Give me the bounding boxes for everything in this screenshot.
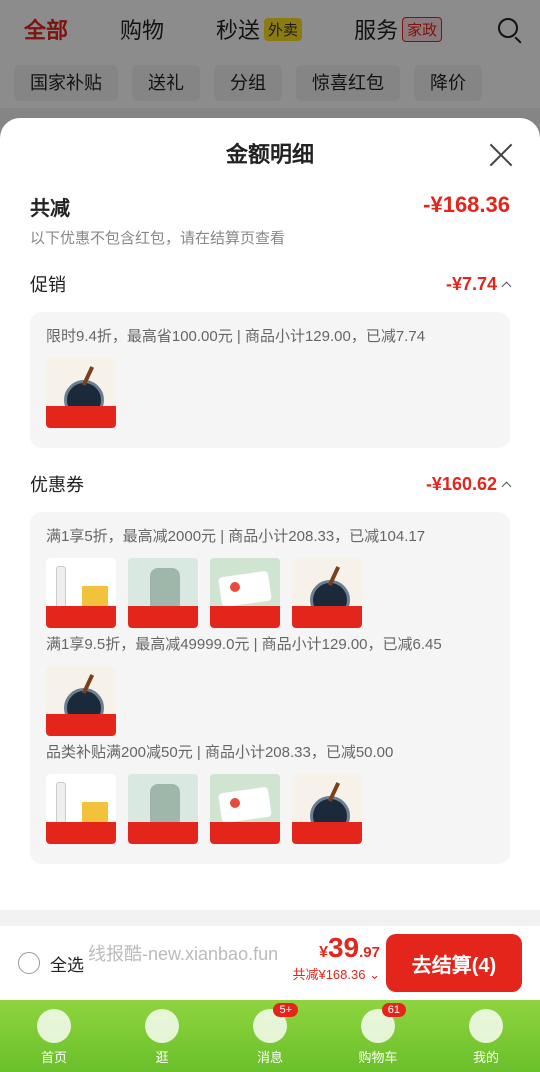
promo-rule: 限时9.4折，最高省100.00元 | 商品小计129.00，已减7.74 bbox=[46, 328, 426, 345]
nav-label: 我的 bbox=[472, 1050, 499, 1065]
thumb-row bbox=[46, 666, 494, 736]
close-icon[interactable] bbox=[488, 142, 514, 168]
total-price: ¥39.97 bbox=[292, 932, 380, 964]
nav-label: 消息 bbox=[256, 1050, 283, 1065]
product-thumb[interactable] bbox=[292, 558, 362, 628]
chevron-up-icon bbox=[501, 481, 512, 491]
price-block: ¥39.97 共减¥168.36 ⌄ bbox=[292, 932, 380, 983]
product-thumb[interactable] bbox=[46, 558, 116, 628]
watermark: 线报酷-new.xianbao.fun bbox=[88, 944, 279, 964]
chevron-down-icon: ⌄ bbox=[369, 967, 380, 982]
select-all-radio[interactable] bbox=[18, 952, 40, 974]
checkout-bar: 全选 线报酷-new.xianbao.fun ¥39.97 共减¥168.36 … bbox=[0, 926, 540, 1000]
reduce-text: 共减¥168.36 bbox=[292, 967, 366, 982]
price-integer: 39 bbox=[327, 932, 360, 963]
checkout-button[interactable]: 去结算(4) bbox=[386, 934, 522, 992]
badge-count: 61 bbox=[381, 1003, 406, 1017]
coupon-amount-value: -¥160.62 bbox=[425, 473, 497, 494]
sheet-header: 金额明细 bbox=[0, 118, 540, 188]
chevron-up-icon bbox=[501, 281, 512, 291]
thumb-row bbox=[46, 358, 494, 428]
currency-symbol: ¥ bbox=[319, 944, 328, 961]
profile-icon bbox=[469, 1009, 503, 1043]
badge-count: 5+ bbox=[273, 1003, 298, 1017]
nav-cart[interactable]: 61 购物车 bbox=[338, 1003, 418, 1066]
promo-amount: -¥7.74 bbox=[445, 273, 512, 295]
nav-messages[interactable]: 5+ 消息 bbox=[230, 1003, 310, 1066]
thumb-row bbox=[46, 774, 494, 844]
select-all-label[interactable]: 全选 bbox=[50, 951, 84, 976]
product-thumb[interactable] bbox=[128, 774, 198, 844]
coupon-amount: -¥160.62 bbox=[425, 473, 512, 495]
product-thumb[interactable] bbox=[46, 774, 116, 844]
promo-amount-value: -¥7.74 bbox=[445, 273, 497, 294]
total-label: 共减 bbox=[30, 198, 70, 220]
amount-detail-sheet: 金额明细 共减 -¥168.36 以下优惠不包含红包，请在结算页查看 促销 -¥… bbox=[0, 118, 540, 910]
promo-card: 限时9.4折，最高省100.00元 | 商品小计129.00，已减7.74 bbox=[30, 312, 510, 448]
product-thumb[interactable] bbox=[128, 558, 198, 628]
nav-me[interactable]: 我的 bbox=[446, 1009, 526, 1066]
product-thumb[interactable] bbox=[292, 774, 362, 844]
product-thumb[interactable] bbox=[46, 358, 116, 428]
sheet-title: 金额明细 bbox=[225, 142, 314, 167]
product-thumb[interactable] bbox=[46, 666, 116, 736]
coupon-rule: 满1享5折，最高减2000元 | 商品小计208.33，已减104.17 bbox=[46, 528, 426, 545]
coupon-label: 优惠券 bbox=[30, 475, 84, 495]
coupon-rule: 满1享9.5折，最高减49999.0元 | 商品小计129.00，已减6.45 bbox=[46, 636, 442, 653]
total-amount: -¥168.36 bbox=[423, 192, 510, 217]
nav-label: 逛 bbox=[155, 1050, 169, 1065]
nav-home[interactable]: 首页 bbox=[14, 1009, 94, 1066]
promo-label: 促销 bbox=[30, 275, 66, 295]
total-row: 共减 -¥168.36 bbox=[0, 192, 540, 221]
bottom-nav: 首页 逛 5+ 消息 61 购物车 我的 bbox=[0, 1000, 540, 1072]
promo-row[interactable]: 促销 -¥7.74 bbox=[0, 264, 540, 304]
nav-browse[interactable]: 逛 bbox=[122, 1009, 202, 1066]
product-thumb[interactable] bbox=[210, 558, 280, 628]
coupon-row[interactable]: 优惠券 -¥160.62 bbox=[0, 464, 540, 504]
nav-label: 首页 bbox=[40, 1050, 67, 1065]
price-decimal: .97 bbox=[359, 944, 380, 961]
reduce-summary[interactable]: 共减¥168.36 ⌄ bbox=[292, 964, 380, 983]
coupon-rule: 品类补贴满200减50元 | 商品小计208.33，已减50.00 bbox=[46, 744, 394, 761]
product-thumb[interactable] bbox=[210, 774, 280, 844]
note-text: 以下优惠不包含红包，请在结算页查看 bbox=[30, 230, 286, 247]
thumb-row bbox=[46, 558, 494, 628]
coupon-card: 满1享5折，最高减2000元 | 商品小计208.33，已减104.17 满1享… bbox=[30, 512, 510, 864]
home-icon bbox=[37, 1009, 71, 1043]
nav-label: 购物车 bbox=[358, 1050, 398, 1065]
browse-icon bbox=[145, 1009, 179, 1043]
